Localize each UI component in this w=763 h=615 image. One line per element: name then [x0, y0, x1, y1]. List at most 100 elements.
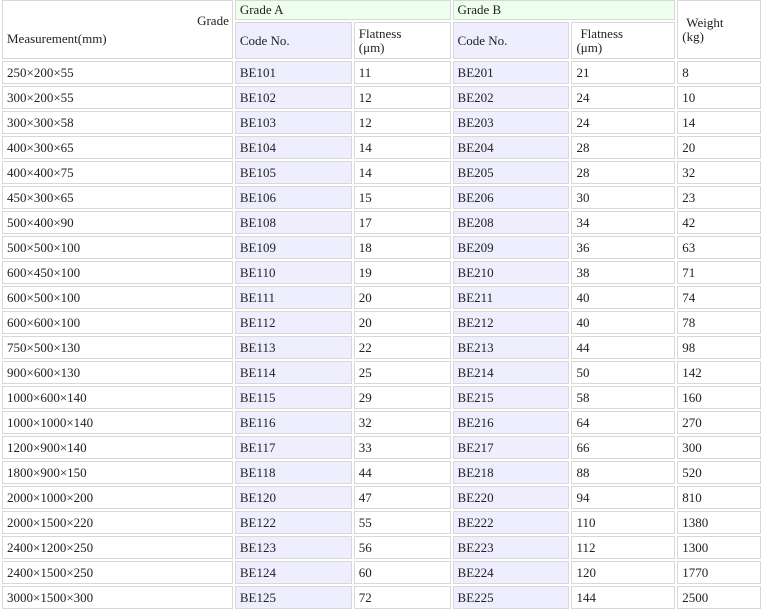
- grade-b-code-cell: BE202: [452, 86, 570, 109]
- grade-b-flatness-cell: 28: [571, 136, 676, 159]
- table-row: 600×450×100 BE110 19 BE210 38 71: [2, 261, 761, 284]
- grade-b-code-cell: BE218: [452, 461, 570, 484]
- grade-b-code-cell: BE213: [452, 336, 570, 359]
- grade-a-flatness-cell: 12: [353, 86, 451, 109]
- grade-b-flatness-cell: 36: [571, 236, 676, 259]
- grade-corner-label: Grade: [197, 13, 229, 28]
- grade-a-flatness-cell: 12: [353, 111, 451, 134]
- weight-cell: 1380: [677, 511, 761, 534]
- grade-a-flatness-cell: 20: [353, 286, 451, 309]
- grade-a-code-cell: BE105: [234, 161, 352, 184]
- weight-cell: 1300: [677, 536, 761, 559]
- grade-a-code-cell: BE114: [234, 361, 352, 384]
- grade-a-flatness-cell: 17: [353, 211, 451, 234]
- grade-b-code-cell: BE217: [452, 436, 570, 459]
- grade-a-code-cell: BE113: [234, 336, 352, 359]
- grade-b-flatness-cell: 21: [571, 61, 676, 84]
- grade-a-flatness-cell: 32: [353, 411, 451, 434]
- measurement-cell: 300×300×58: [2, 111, 233, 134]
- grade-a-code-cell: BE123: [234, 536, 352, 559]
- corner-header-cell: Grade Measurement(mm): [2, 0, 233, 59]
- grade-a-code-cell: BE120: [234, 486, 352, 509]
- grade-b-flatness-cell: 40: [571, 311, 676, 334]
- grade-a-flatness-cell: 56: [353, 536, 451, 559]
- grade-b-flatness-header: Flatness (μm): [571, 22, 676, 59]
- grade-b-code-cell: BE205: [452, 161, 570, 184]
- table-row: 1200×900×140 BE117 33 BE217 66 300: [2, 436, 761, 459]
- grade-a-flatness-cell: 44: [353, 461, 451, 484]
- table-row: 2000×1000×200 BE120 47 BE220 94 810: [2, 486, 761, 509]
- grade-a-flatness-cell: 25: [353, 361, 451, 384]
- measurement-cell: 600×500×100: [2, 286, 233, 309]
- measurement-cell: 400×300×65: [2, 136, 233, 159]
- measurement-cell: 400×400×75: [2, 161, 233, 184]
- measurement-cell: 300×200×55: [2, 86, 233, 109]
- table-row: 400×300×65 BE104 14 BE204 28 20: [2, 136, 761, 159]
- grade-a-code-cell: BE106: [234, 186, 352, 209]
- grade-a-code-cell: BE125: [234, 586, 352, 609]
- weight-cell: 63: [677, 236, 761, 259]
- grade-a-code-cell: BE111: [234, 286, 352, 309]
- flatness-header-line2: (μm): [358, 39, 385, 55]
- table-row: 500×500×100 BE109 18 BE209 36 63: [2, 236, 761, 259]
- table-row: 450×300×65 BE106 15 BE206 30 23: [2, 186, 761, 209]
- grade-a-code-cell: BE122: [234, 511, 352, 534]
- measurement-cell: 450×300×65: [2, 186, 233, 209]
- grade-a-flatness-header: Flatness (μm): [353, 22, 451, 59]
- grade-a-code-cell: BE101: [234, 61, 352, 84]
- weight-cell: 42: [677, 211, 761, 234]
- table-row: 600×600×100 BE112 20 BE212 40 78: [2, 311, 761, 334]
- grade-b-code-cell: BE214: [452, 361, 570, 384]
- grade-a-flatness-cell: 11: [353, 61, 451, 84]
- grade-a-code-cell: BE115: [234, 386, 352, 409]
- weight-cell: 78: [677, 311, 761, 334]
- table-row: 3000×1500×300 BE125 72 BE225 144 2500: [2, 586, 761, 609]
- grade-b-flatness-cell: 120: [571, 561, 676, 584]
- grade-b-flatness-cell: 24: [571, 86, 676, 109]
- table-row: 1800×900×150 BE118 44 BE218 88 520: [2, 461, 761, 484]
- grade-a-flatness-cell: 19: [353, 261, 451, 284]
- grade-a-code-cell: BE116: [234, 411, 352, 434]
- grade-b-code-cell: BE225: [452, 586, 570, 609]
- weight-cell: 142: [677, 361, 761, 384]
- grade-a-code-cell: BE108: [234, 211, 352, 234]
- grade-a-flatness-cell: 22: [353, 336, 451, 359]
- grade-b-code-cell: BE220: [452, 486, 570, 509]
- measurement-cell: 600×450×100: [2, 261, 233, 284]
- flatness-header-line1: Flatness: [358, 25, 402, 41]
- grade-a-code-cell: BE110: [234, 261, 352, 284]
- grade-a-code-cell: BE103: [234, 111, 352, 134]
- measurement-cell: 2400×1500×250: [2, 561, 233, 584]
- grade-b-flatness-cell: 38: [571, 261, 676, 284]
- grade-b-flatness-cell: 112: [571, 536, 676, 559]
- grade-b-flatness-cell: 110: [571, 511, 676, 534]
- grade-b-flatness-cell: 40: [571, 286, 676, 309]
- measurement-corner-label: Measurement(mm): [7, 31, 107, 46]
- grade-a-code-header: Code No.: [234, 22, 352, 59]
- weight-cell: 10: [677, 86, 761, 109]
- measurement-cell: 2400×1200×250: [2, 536, 233, 559]
- grade-a-flatness-cell: 33: [353, 436, 451, 459]
- measurement-cell: 500×400×90: [2, 211, 233, 234]
- grade-b-flatness-cell: 24: [571, 111, 676, 134]
- grade-b-code-cell: BE204: [452, 136, 570, 159]
- weight-header-line1: Weight: [686, 14, 724, 30]
- grade-b-flatness-cell: 64: [571, 411, 676, 434]
- grade-a-flatness-cell: 14: [353, 161, 451, 184]
- weight-cell: 32: [677, 161, 761, 184]
- grade-header-row: Grade Measurement(mm) Grade A Grade B We…: [2, 0, 761, 59]
- flatness-header-line2: (μm): [576, 39, 603, 55]
- grade-a-flatness-cell: 20: [353, 311, 451, 334]
- measurement-cell: 1000×1000×140: [2, 411, 233, 434]
- weight-cell: 1770: [677, 561, 761, 584]
- table-row: 250×200×55 BE101 11 BE201 21 8: [2, 61, 761, 84]
- grade-a-flatness-cell: 29: [353, 386, 451, 409]
- grade-a-code-cell: BE118: [234, 461, 352, 484]
- weight-cell: 8: [677, 61, 761, 84]
- flatness-header-line1: Flatness: [580, 25, 624, 41]
- weight-cell: 98: [677, 336, 761, 359]
- grade-a-flatness-cell: 15: [353, 186, 451, 209]
- measurement-cell: 900×600×130: [2, 361, 233, 384]
- weight-cell: 300: [677, 436, 761, 459]
- weight-cell: 160: [677, 386, 761, 409]
